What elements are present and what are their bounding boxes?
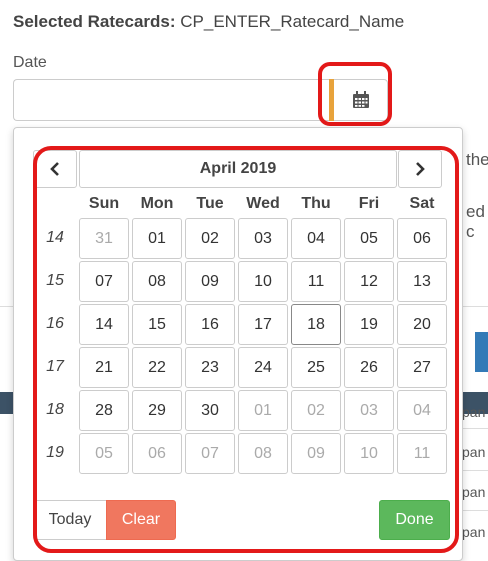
bg-row-text: pan bbox=[462, 404, 486, 420]
bg-row-text: pan bbox=[462, 524, 486, 540]
bg-row-text: pan bbox=[462, 484, 486, 500]
bg-row-text: pan bbox=[462, 444, 486, 460]
selected-ratecards-value: CP_ENTER_Ratecard_Name bbox=[180, 12, 405, 31]
bg-button bbox=[475, 332, 488, 372]
selected-ratecards-text: Selected Ratecards: CP_ENTER_Ratecard_Na… bbox=[13, 12, 404, 32]
bg-row-divider bbox=[462, 428, 488, 429]
date-label: Date bbox=[13, 54, 47, 71]
date-input[interactable] bbox=[13, 79, 329, 121]
bg-text: the bbox=[466, 150, 488, 169]
calendar-button-highlight bbox=[318, 62, 392, 126]
selected-ratecards-label: Selected Ratecards: bbox=[13, 12, 176, 31]
bg-row-divider bbox=[462, 470, 488, 471]
bg-text: ed c bbox=[466, 202, 485, 241]
datepicker-highlight bbox=[33, 146, 459, 553]
bg-row-divider bbox=[462, 510, 488, 511]
